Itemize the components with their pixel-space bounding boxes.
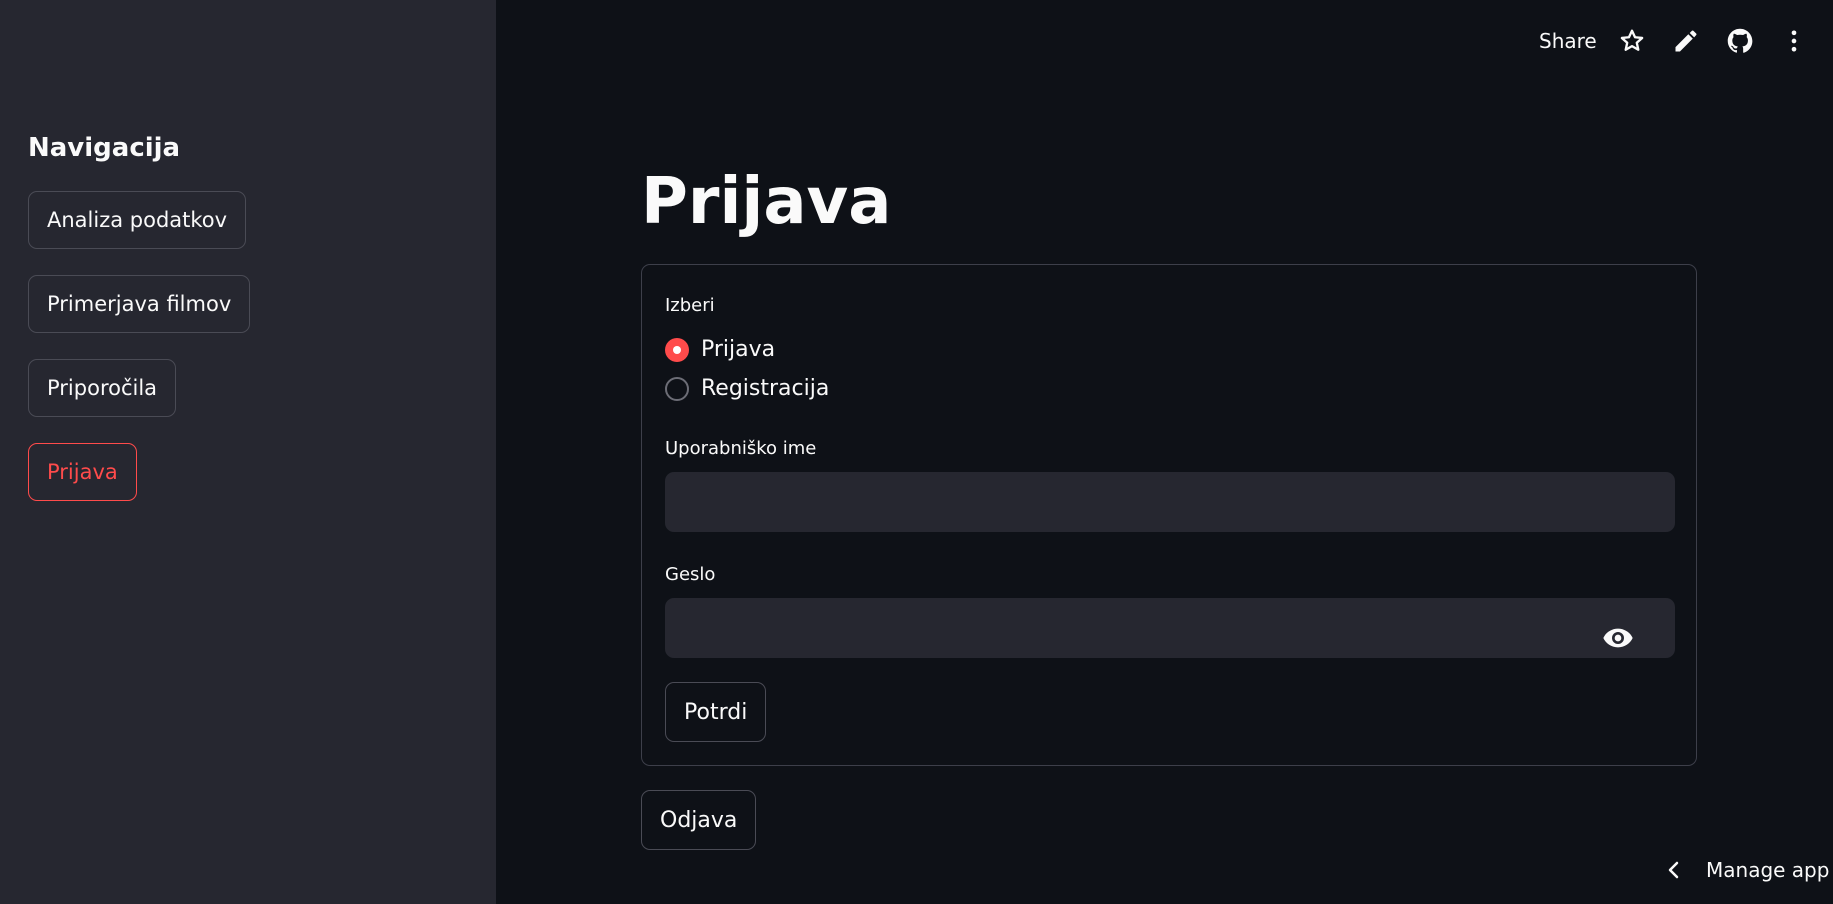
password-input[interactable] — [665, 598, 1675, 658]
share-button[interactable]: Share — [1539, 29, 1597, 53]
manage-app-button[interactable]: Manage app — [1662, 858, 1829, 882]
radio-selected-icon — [665, 337, 689, 362]
radio-unselected-icon — [665, 376, 689, 401]
username-input[interactable] — [665, 472, 1675, 532]
github-icon[interactable] — [1726, 27, 1754, 55]
username-label: Uporabniško ime — [665, 438, 817, 459]
pencil-icon[interactable] — [1672, 27, 1700, 55]
logout-button[interactable]: Odjava — [641, 790, 757, 850]
sidebar: Navigacija Analiza podatkov Primerjava f… — [0, 0, 496, 904]
radio-option-label: Registracija — [701, 376, 830, 401]
submit-button[interactable]: Potrdi — [665, 682, 767, 742]
radio-option-label: Prijava — [701, 337, 776, 362]
chevron-left-icon — [1668, 861, 1679, 879]
password-label: Geslo — [665, 564, 716, 585]
manage-app-label: Manage app — [1706, 858, 1830, 882]
radio-option-prijava[interactable]: Prijava — [665, 337, 775, 362]
sidebar-item-analiza-podatkov[interactable]: Analiza podatkov — [28, 191, 247, 249]
login-form: Izberi Prijava Registracija Uporabniško … — [641, 264, 1697, 766]
sidebar-item-primerjava-filmov[interactable]: Primerjava filmov — [28, 275, 251, 333]
page-title: Prijava — [641, 165, 892, 239]
star-icon[interactable] — [1618, 27, 1646, 55]
sidebar-heading: Navigacija — [28, 133, 181, 163]
sidebar-item-priporocila[interactable]: Priporočila — [28, 359, 177, 417]
eye-icon[interactable] — [1602, 622, 1634, 654]
radio-group-label: Izberi — [665, 295, 715, 316]
sidebar-item-prijava[interactable]: Prijava — [28, 443, 137, 501]
more-vertical-icon[interactable] — [1780, 27, 1808, 55]
radio-option-registracija[interactable]: Registracija — [665, 376, 829, 401]
